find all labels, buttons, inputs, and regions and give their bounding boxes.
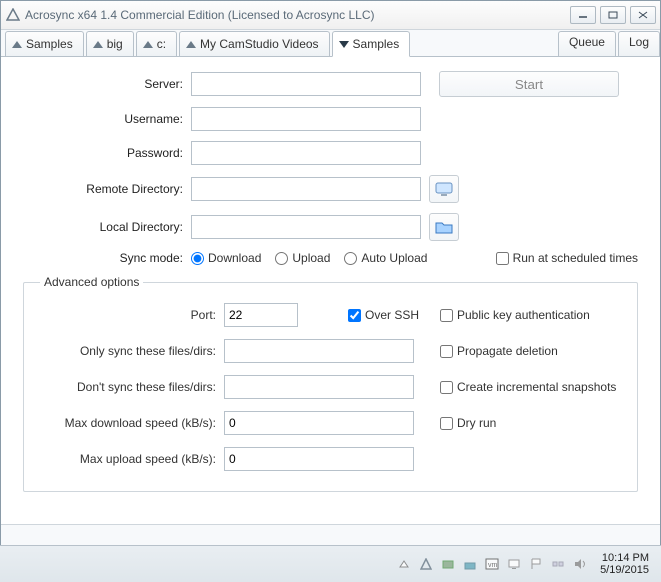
triangle-up-icon <box>186 41 196 48</box>
port-input[interactable] <box>224 303 298 327</box>
radio-label: Download <box>208 251 261 265</box>
taskbar-clock[interactable]: 10:14 PM 5/19/2015 <box>594 552 655 576</box>
triangle-up-icon <box>93 41 103 48</box>
triangle-up-icon <box>12 41 22 48</box>
taskbar: vm 10:14 PM 5/19/2015 <box>0 545 661 582</box>
remote-dir-label: Remote Directory: <box>23 182 191 196</box>
local-browse-button[interactable] <box>429 213 459 241</box>
checkbox-label: Public key authentication <box>457 308 590 322</box>
max-dl-input[interactable] <box>224 411 414 435</box>
run-scheduled-checkbox[interactable]: Run at scheduled times <box>496 251 638 265</box>
window-title: Acrosync x64 1.4 Commercial Edition (Lic… <box>25 8 570 22</box>
svg-text:vm: vm <box>488 562 498 569</box>
max-ul-input[interactable] <box>224 447 414 471</box>
checkbox-label: Over SSH <box>365 308 419 322</box>
tray-devices-icon[interactable] <box>440 556 456 572</box>
dont-sync-input[interactable] <box>224 375 414 399</box>
password-input[interactable] <box>191 141 421 165</box>
mode-auto-radio[interactable]: Auto Upload <box>344 251 427 265</box>
clock-time: 10:14 PM <box>600 552 649 564</box>
tab-log[interactable]: Log <box>618 31 660 56</box>
tray-app-icon[interactable] <box>418 556 434 572</box>
max-dl-label: Max download speed (kB/s): <box>40 416 224 430</box>
propagate-checkbox[interactable]: Propagate deletion <box>440 344 621 358</box>
radio-label: Auto Upload <box>361 251 427 265</box>
remote-browse-button[interactable] <box>429 175 459 203</box>
form-panel: Server: Start Username: Password: Remote… <box>1 57 660 524</box>
tray-triangle-icon[interactable] <box>396 556 412 572</box>
triangle-up-icon <box>143 41 153 48</box>
tab-label: Queue <box>569 35 605 49</box>
app-icon <box>5 7 21 23</box>
local-dir-input[interactable] <box>191 215 421 239</box>
server-label: Server: <box>23 77 191 91</box>
tab-label: c: <box>157 37 166 51</box>
tab-samples-2[interactable]: Samples <box>332 31 411 57</box>
checkbox-label: Propagate deletion <box>457 344 558 358</box>
tab-label: My CamStudio Videos <box>200 37 319 51</box>
only-sync-input[interactable] <box>224 339 414 363</box>
tab-label: Samples <box>26 37 73 51</box>
checkbox-label: Dry run <box>457 416 496 430</box>
advanced-options-group: Advanced options Port: Over SSH Public k… <box>23 275 638 492</box>
mode-upload-radio[interactable]: Upload <box>275 251 330 265</box>
tray-volume-icon[interactable] <box>572 556 588 572</box>
tab-label: big <box>107 37 123 51</box>
tray-network-icon[interactable] <box>462 556 478 572</box>
monitor-icon <box>435 182 453 196</box>
tray-network2-icon[interactable] <box>550 556 566 572</box>
remote-dir-input[interactable] <box>191 177 421 201</box>
max-ul-label: Max upload speed (kB/s): <box>40 452 224 466</box>
minimize-button[interactable] <box>570 6 596 24</box>
local-dir-label: Local Directory: <box>23 220 191 234</box>
only-sync-label: Only sync these files/dirs: <box>40 344 224 358</box>
tab-samples-1[interactable]: Samples <box>5 31 84 56</box>
maximize-button[interactable] <box>600 6 626 24</box>
tab-label: Samples <box>353 37 400 51</box>
radio-label: Upload <box>292 251 330 265</box>
tab-camstudio[interactable]: My CamStudio Videos <box>179 31 330 56</box>
tray-vm-icon[interactable]: vm <box>484 556 500 572</box>
status-bar <box>1 524 660 545</box>
checkbox-label: Create incremental snapshots <box>457 380 616 394</box>
tab-label: Log <box>629 35 649 49</box>
titlebar: Acrosync x64 1.4 Commercial Edition (Lic… <box>1 1 660 30</box>
username-label: Username: <box>23 112 191 126</box>
tray-display-icon[interactable] <box>506 556 522 572</box>
username-input[interactable] <box>191 107 421 131</box>
dont-sync-label: Don't sync these files/dirs: <box>40 380 224 394</box>
tab-big[interactable]: big <box>86 31 134 56</box>
port-label: Port: <box>40 308 224 322</box>
start-button[interactable]: Start <box>439 71 619 97</box>
pubkey-checkbox[interactable]: Public key authentication <box>440 308 621 322</box>
tray-flag-icon[interactable] <box>528 556 544 572</box>
advanced-legend: Advanced options <box>40 275 143 289</box>
close-button[interactable] <box>630 6 656 24</box>
start-button-label: Start <box>515 77 543 92</box>
dry-run-checkbox[interactable]: Dry run <box>440 416 621 430</box>
checkbox-label: Run at scheduled times <box>513 251 638 265</box>
mode-download-radio[interactable]: Download <box>191 251 261 265</box>
tab-queue[interactable]: Queue <box>558 31 616 56</box>
tab-c[interactable]: c: <box>136 31 177 56</box>
sync-mode-label: Sync mode: <box>23 251 191 265</box>
clock-date: 5/19/2015 <box>600 564 649 576</box>
folder-icon <box>435 220 453 234</box>
tab-strip: Samples big c: My CamStudio Videos Sampl… <box>1 30 660 57</box>
password-label: Password: <box>23 146 191 160</box>
triangle-down-icon <box>339 41 349 48</box>
server-input[interactable] <box>191 72 421 96</box>
over-ssh-checkbox[interactable]: Over SSH <box>348 308 419 322</box>
snapshots-checkbox[interactable]: Create incremental snapshots <box>440 380 621 394</box>
